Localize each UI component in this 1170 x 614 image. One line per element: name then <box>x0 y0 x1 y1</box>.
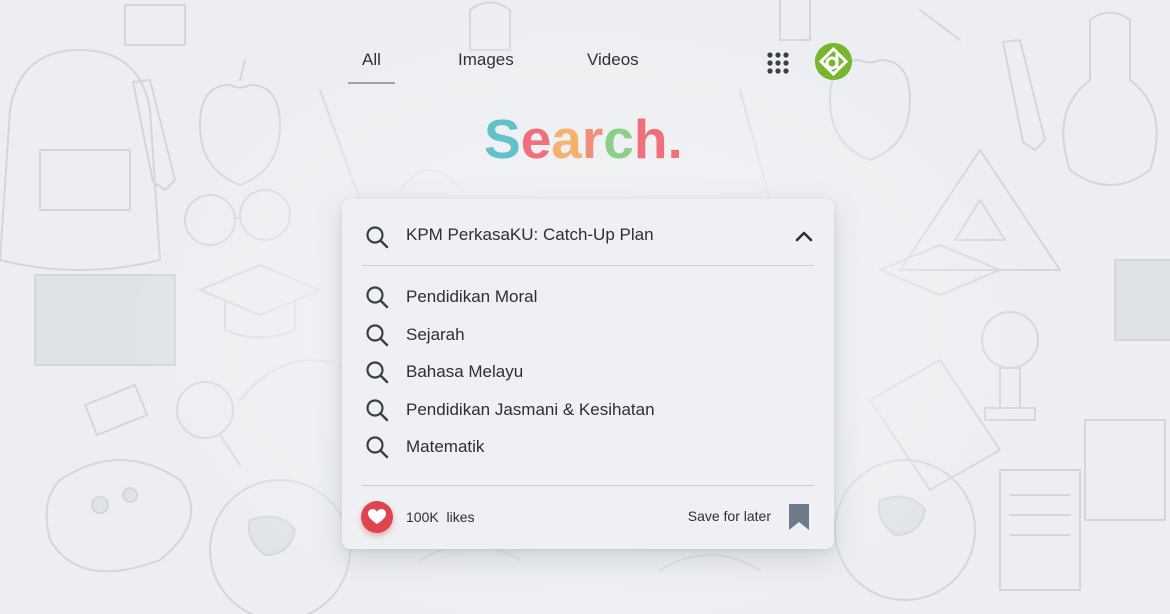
search-icon <box>365 225 389 254</box>
logo-letter: e <box>520 108 552 170</box>
suggestion-item[interactable]: Sejarah <box>362 321 814 359</box>
tab-videos[interactable]: Videos <box>587 50 639 82</box>
bookmark-icon[interactable] <box>788 504 810 530</box>
logo-letter: c <box>603 108 634 170</box>
divider <box>362 265 814 266</box>
logo-letter: S <box>484 108 521 170</box>
like-button[interactable] <box>361 501 393 533</box>
save-for-later-link[interactable]: Save for later <box>688 508 771 524</box>
search-logo: Search. <box>484 106 683 172</box>
suggestion-label: Sejarah <box>406 324 465 344</box>
logo-letter: h <box>633 108 668 170</box>
search-icon <box>365 360 389 389</box>
search-icon <box>365 285 389 314</box>
search-icon <box>365 398 389 427</box>
suggestion-item[interactable]: Bahasa Melayu <box>362 358 814 396</box>
chevron-up-icon[interactable] <box>794 227 814 247</box>
divider <box>362 485 814 486</box>
suggestion-label: Pendidikan Moral <box>406 287 538 306</box>
grid-apps-icon[interactable] <box>767 52 789 74</box>
suggestion-item[interactable]: Pendidikan Moral <box>362 283 814 321</box>
suggestion-label: Bahasa Melayu <box>406 362 524 381</box>
tab-images[interactable]: Images <box>458 50 514 82</box>
tab-all[interactable]: All <box>348 50 395 84</box>
suggestion-label: Matematik <box>406 437 485 456</box>
likes-count: 100K likes <box>406 509 475 525</box>
profile-logo-icon <box>815 43 852 80</box>
logo-letter: a <box>551 108 582 170</box>
suggestion-label: Pendidikan Jasmani & Kesihatan <box>406 399 655 419</box>
suggestion-list: Pendidikan Moral Sejarah Bahasa Melayu Pend… <box>362 283 814 471</box>
search-input[interactable]: KPM PerkasaKU: Catch-Up Plan <box>362 217 814 257</box>
search-icon <box>365 435 389 464</box>
logo-letter: . <box>667 108 683 170</box>
suggestion-item[interactable]: Matematik <box>362 433 814 471</box>
logo-letter: r <box>581 108 604 170</box>
search-type-tabs: All Images Videos <box>0 50 1170 84</box>
heart-icon <box>368 509 386 524</box>
search-dropdown-card: KPM PerkasaKU: Catch-Up Plan Pendidikan … <box>342 199 834 549</box>
search-icon <box>365 323 389 352</box>
search-query-text: KPM PerkasaKU: Catch-Up Plan <box>406 225 654 244</box>
suggestion-item[interactable]: Pendidikan Jasmani & Kesihatan <box>362 396 814 434</box>
profile-avatar[interactable] <box>815 43 852 80</box>
